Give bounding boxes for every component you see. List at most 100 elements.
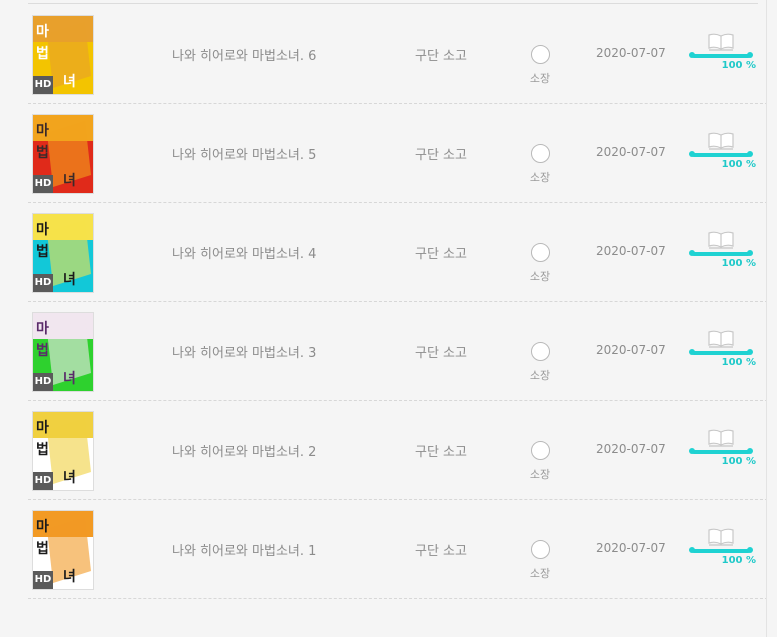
ownership-label: 소장 <box>529 468 551 481</box>
purchase-date: 2020-07-07 <box>596 244 666 258</box>
cover-glyph-3: 녀 <box>63 73 76 90</box>
book-cover[interactable]: 마 법 녀 HD <box>32 114 94 194</box>
book-row[interactable]: 마 법 녀 HD 나와 히어로와 마법소녀. 2 구단 소고 소장 2020-0… <box>28 401 768 500</box>
ownership-option[interactable]: 소장 <box>528 144 552 185</box>
reading-progress-bar <box>689 151 753 157</box>
purchase-date: 2020-07-07 <box>596 442 666 456</box>
radio-circle-icon[interactable] <box>530 342 550 361</box>
open-book-icon <box>708 33 734 51</box>
open-book-icon <box>708 231 734 249</box>
progress-start-dot <box>689 52 695 58</box>
purchase-date: 2020-07-07 <box>596 541 666 555</box>
cover-glyph-3: 녀 <box>63 370 76 387</box>
progress-percent: 100 % <box>721 456 756 467</box>
cover-glyph-2: 법 <box>36 541 49 557</box>
cover-glyph-2: 법 <box>36 442 49 458</box>
book-row[interactable]: 마 법 녀 HD 나와 히어로와 마법소녀. 1 구단 소고 소장 2020-0… <box>28 500 768 599</box>
book-cover[interactable]: 마 법 녀 HD <box>32 213 94 293</box>
book-cover[interactable]: 마 법 녀 HD <box>32 510 94 590</box>
book-cover[interactable]: 마 법 녀 HD <box>32 15 94 95</box>
cover-glyph-3: 녀 <box>63 469 76 486</box>
reading-progress-bar <box>689 448 753 454</box>
reading-progress-bar <box>689 52 753 58</box>
book-title[interactable]: 나와 히어로와 마법소녀. 6 <box>172 45 316 64</box>
progress-percent: 100 % <box>721 258 756 269</box>
progress-percent: 100 % <box>721 357 756 368</box>
hd-badge: HD <box>33 175 53 193</box>
cover-glyph-2: 법 <box>36 46 49 62</box>
progress-start-dot <box>689 448 695 454</box>
progress-end-dot <box>747 547 753 553</box>
book-author: 구단 소고 <box>415 49 467 64</box>
book-title[interactable]: 나와 히어로와 마법소녀. 4 <box>172 243 316 262</box>
top-divider <box>28 3 758 4</box>
ownership-option[interactable]: 소장 <box>528 540 552 581</box>
ownership-option[interactable]: 소장 <box>528 243 552 284</box>
book-author: 구단 소고 <box>415 445 467 460</box>
book-title[interactable]: 나와 히어로와 마법소녀. 1 <box>172 540 316 559</box>
ownership-label: 소장 <box>529 270 551 283</box>
radio-circle-icon[interactable] <box>530 243 550 262</box>
ownership-label: 소장 <box>529 171 551 184</box>
progress-end-dot <box>747 448 753 454</box>
radio-circle-icon[interactable] <box>530 441 550 460</box>
cover-glyph-2: 법 <box>36 145 49 161</box>
purchase-date: 2020-07-07 <box>596 343 666 357</box>
scrollbar[interactable] <box>766 0 777 637</box>
progress-fill <box>692 252 750 256</box>
book-cover[interactable]: 마 법 녀 HD <box>32 312 94 392</box>
book-title[interactable]: 나와 히어로와 마법소녀. 3 <box>172 342 316 361</box>
open-book-icon <box>708 132 734 150</box>
ownership-label: 소장 <box>529 72 551 85</box>
progress-fill <box>692 54 750 58</box>
purchase-date: 2020-07-07 <box>596 46 666 60</box>
radio-circle-icon[interactable] <box>530 144 550 163</box>
book-row[interactable]: 마 법 녀 HD 나와 히어로와 마법소녀. 3 구단 소고 소장 2020-0… <box>28 302 768 401</box>
progress-end-dot <box>747 151 753 157</box>
read-button[interactable]: 100 % <box>689 132 756 176</box>
book-row[interactable]: 마 법 녀 HD 나와 히어로와 마법소녀. 6 구단 소고 소장 2020-0… <box>28 5 768 104</box>
cover-glyph-1: 마 <box>36 519 49 535</box>
ownership-label: 소장 <box>529 369 551 382</box>
reading-progress-bar <box>689 250 753 256</box>
book-list: 마 법 녀 HD 나와 히어로와 마법소녀. 6 구단 소고 소장 2020-0… <box>28 5 768 599</box>
read-button[interactable]: 100 % <box>689 231 756 275</box>
cover-glyph-2: 법 <box>36 244 49 260</box>
radio-circle-icon[interactable] <box>530 45 550 64</box>
cover-glyph-1: 마 <box>36 24 49 40</box>
cover-glyph-3: 녀 <box>63 568 76 585</box>
book-row[interactable]: 마 법 녀 HD 나와 히어로와 마법소녀. 5 구단 소고 소장 2020-0… <box>28 104 768 203</box>
book-row[interactable]: 마 법 녀 HD 나와 히어로와 마법소녀. 4 구단 소고 소장 2020-0… <box>28 203 768 302</box>
ownership-option[interactable]: 소장 <box>528 45 552 86</box>
cover-glyph-3: 녀 <box>63 172 76 189</box>
read-button[interactable]: 100 % <box>689 429 756 473</box>
read-button[interactable]: 100 % <box>689 330 756 374</box>
radio-circle-icon[interactable] <box>530 540 550 559</box>
progress-start-dot <box>689 250 695 256</box>
ownership-option[interactable]: 소장 <box>528 342 552 383</box>
cover-glyph-1: 마 <box>36 321 49 337</box>
book-author: 구단 소고 <box>415 247 467 262</box>
book-title[interactable]: 나와 히어로와 마법소녀. 5 <box>172 144 316 163</box>
library-page: 마 법 녀 HD 나와 히어로와 마법소녀. 6 구단 소고 소장 2020-0… <box>0 0 777 637</box>
cover-glyph-1: 마 <box>36 420 49 436</box>
cover-glyph-2: 법 <box>36 343 49 359</box>
open-book-icon <box>708 330 734 348</box>
progress-end-dot <box>747 52 753 58</box>
book-author: 구단 소고 <box>415 148 467 163</box>
reading-progress-bar <box>689 547 753 553</box>
cover-glyph-1: 마 <box>36 222 49 238</box>
progress-fill <box>692 153 750 157</box>
hd-badge: HD <box>33 571 53 589</box>
ownership-option[interactable]: 소장 <box>528 441 552 482</box>
read-button[interactable]: 100 % <box>689 528 756 572</box>
progress-percent: 100 % <box>721 60 756 71</box>
read-button[interactable]: 100 % <box>689 33 756 77</box>
hd-badge: HD <box>33 373 53 391</box>
cover-glyph-1: 마 <box>36 123 49 139</box>
book-title[interactable]: 나와 히어로와 마법소녀. 2 <box>172 441 316 460</box>
book-cover[interactable]: 마 법 녀 HD <box>32 411 94 491</box>
hd-badge: HD <box>33 472 53 490</box>
progress-fill <box>692 450 750 454</box>
progress-fill <box>692 549 750 553</box>
